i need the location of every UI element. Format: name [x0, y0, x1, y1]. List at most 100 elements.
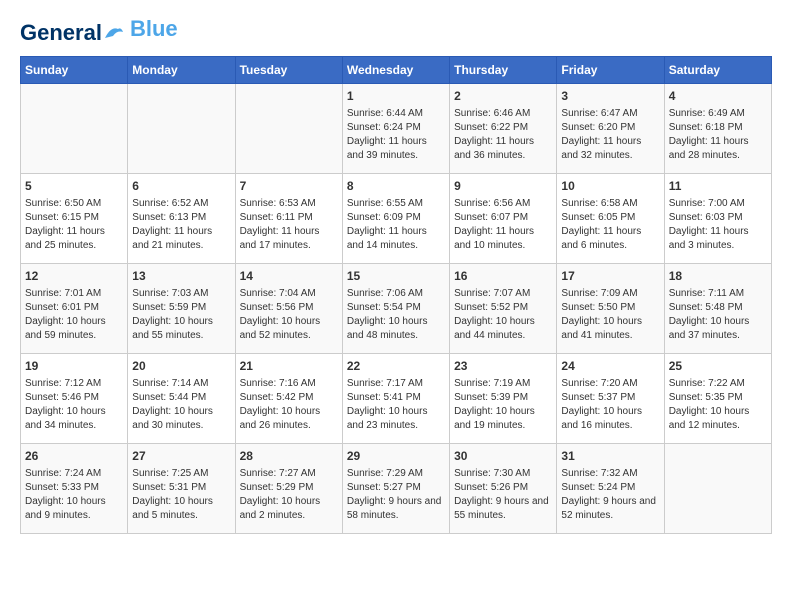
- day-info: Sunrise: 6:46 AM Sunset: 6:22 PM Dayligh…: [454, 107, 552, 163]
- calendar-cell: 3 Sunrise: 6:47 AM Sunset: 6:20 PM Daylig…: [557, 84, 664, 174]
- calendar-week-4: 19 Sunrise: 7:12 AM Sunset: 5:46 PM Dayli…: [21, 354, 772, 444]
- day-info: Sunrise: 6:50 AM Sunset: 6:15 PM Dayligh…: [25, 197, 123, 253]
- calendar-cell: 31 Sunrise: 7:32 AM Sunset: 5:24 PM Dayli…: [557, 444, 664, 534]
- day-info: Sunrise: 7:04 AM Sunset: 5:56 PM Dayligh…: [240, 287, 338, 343]
- day-number: 23: [454, 358, 552, 375]
- day-number: 16: [454, 268, 552, 285]
- calendar-cell: 26Sunrise: 7:24 AM Sunset: 5:33 PM Dayli…: [21, 444, 128, 534]
- calendar-week-3: 12 Sunrise: 7:01 AM Sunset: 6:01 PM Dayli…: [21, 264, 772, 354]
- header-thursday: Thursday: [450, 57, 557, 84]
- day-number: 28: [240, 448, 338, 465]
- calendar-cell: [235, 84, 342, 174]
- day-number: 12: [25, 268, 123, 285]
- calendar-cell: 12 Sunrise: 7:01 AM Sunset: 6:01 PM Dayli…: [21, 264, 128, 354]
- day-number: 19: [25, 358, 123, 375]
- day-number: 30: [454, 448, 552, 465]
- day-number: 3: [561, 88, 659, 105]
- day-info: Sunrise: 7:12 AM Sunset: 5:46 PM Dayligh…: [25, 377, 123, 433]
- calendar-cell: [128, 84, 235, 174]
- calendar-cell: 28 Sunrise: 7:27 AM Sunset: 5:29 PM Dayli…: [235, 444, 342, 534]
- day-info: Sunrise: 7:16 AM Sunset: 5:42 PM Dayligh…: [240, 377, 338, 433]
- header-sunday: Sunday: [21, 57, 128, 84]
- day-number: 24: [561, 358, 659, 375]
- calendar-cell: 10 Sunrise: 6:58 AM Sunset: 6:05 PM Dayli…: [557, 174, 664, 264]
- header-tuesday: Tuesday: [235, 57, 342, 84]
- logo-general-text: General: [20, 20, 102, 46]
- page-header: General Blue: [20, 20, 772, 46]
- day-info: Sunrise: 6:47 AM Sunset: 6:20 PM Dayligh…: [561, 107, 659, 163]
- calendar-cell: 18 Sunrise: 7:11 AM Sunset: 5:48 PM Dayli…: [664, 264, 771, 354]
- day-number: 29: [347, 448, 445, 465]
- logo-blue-text: Blue: [130, 16, 178, 42]
- header-monday: Monday: [128, 57, 235, 84]
- calendar-cell: 11 Sunrise: 7:00 AM Sunset: 6:03 PM Dayli…: [664, 174, 771, 264]
- calendar-cell: 16 Sunrise: 7:07 AM Sunset: 5:52 PM Dayli…: [450, 264, 557, 354]
- calendar-cell: [21, 84, 128, 174]
- calendar-cell: 21 Sunrise: 7:16 AM Sunset: 5:42 PM Dayli…: [235, 354, 342, 444]
- day-info: Sunrise: 7:27 AM Sunset: 5:29 PM Dayligh…: [240, 467, 338, 523]
- calendar-cell: 27Sunrise: 7:25 AM Sunset: 5:31 PM Dayli…: [128, 444, 235, 534]
- calendar-cell: 14 Sunrise: 7:04 AM Sunset: 5:56 PM Dayli…: [235, 264, 342, 354]
- day-number: 1: [347, 88, 445, 105]
- calendar-week-1: 1 Sunrise: 6:44 AM Sunset: 6:24 PM Daylig…: [21, 84, 772, 174]
- day-info: Sunrise: 7:09 AM Sunset: 5:50 PM Dayligh…: [561, 287, 659, 343]
- day-number: 21: [240, 358, 338, 375]
- header-saturday: Saturday: [664, 57, 771, 84]
- day-info: Sunrise: 7:03 AM Sunset: 5:59 PM Dayligh…: [132, 287, 230, 343]
- day-number: 14: [240, 268, 338, 285]
- calendar-cell: 23 Sunrise: 7:19 AM Sunset: 5:39 PM Dayli…: [450, 354, 557, 444]
- day-number: 22: [347, 358, 445, 375]
- calendar-cell: 13Sunrise: 7:03 AM Sunset: 5:59 PM Dayli…: [128, 264, 235, 354]
- day-number: 9: [454, 178, 552, 195]
- logo-display: General: [20, 20, 126, 46]
- calendar-cell: 24 Sunrise: 7:20 AM Sunset: 5:37 PM Dayli…: [557, 354, 664, 444]
- calendar-cell: 17Sunrise: 7:09 AM Sunset: 5:50 PM Dayli…: [557, 264, 664, 354]
- calendar-week-2: 5 Sunrise: 6:50 AM Sunset: 6:15 PM Daylig…: [21, 174, 772, 264]
- day-info: Sunrise: 6:52 AM Sunset: 6:13 PM Dayligh…: [132, 197, 230, 253]
- day-info: Sunrise: 6:49 AM Sunset: 6:18 PM Dayligh…: [669, 107, 767, 163]
- calendar-cell: 30 Sunrise: 7:30 AM Sunset: 5:26 PM Dayli…: [450, 444, 557, 534]
- day-info: Sunrise: 7:22 AM Sunset: 5:35 PM Dayligh…: [669, 377, 767, 433]
- calendar-cell: 8Sunrise: 6:55 AM Sunset: 6:09 PM Daylig…: [342, 174, 449, 264]
- day-info: Sunrise: 7:30 AM Sunset: 5:26 PM Dayligh…: [454, 467, 552, 523]
- day-info: Sunrise: 7:20 AM Sunset: 5:37 PM Dayligh…: [561, 377, 659, 433]
- day-number: 31: [561, 448, 659, 465]
- day-info: Sunrise: 7:07 AM Sunset: 5:52 PM Dayligh…: [454, 287, 552, 343]
- calendar-cell: 4Sunrise: 6:49 AM Sunset: 6:18 PM Daylig…: [664, 84, 771, 174]
- day-number: 11: [669, 178, 767, 195]
- day-info: Sunrise: 6:53 AM Sunset: 6:11 PM Dayligh…: [240, 197, 338, 253]
- calendar-cell: 15Sunrise: 7:06 AM Sunset: 5:54 PM Dayli…: [342, 264, 449, 354]
- header-wednesday: Wednesday: [342, 57, 449, 84]
- calendar-header-row: SundayMondayTuesdayWednesdayThursdayFrid…: [21, 57, 772, 84]
- day-number: 5: [25, 178, 123, 195]
- day-number: 18: [669, 268, 767, 285]
- calendar-cell: 29 Sunrise: 7:29 AM Sunset: 5:27 PM Dayli…: [342, 444, 449, 534]
- day-number: 2: [454, 88, 552, 105]
- day-info: Sunrise: 7:19 AM Sunset: 5:39 PM Dayligh…: [454, 377, 552, 433]
- calendar-cell: 25Sunrise: 7:22 AM Sunset: 5:35 PM Dayli…: [664, 354, 771, 444]
- calendar-cell: 5 Sunrise: 6:50 AM Sunset: 6:15 PM Daylig…: [21, 174, 128, 264]
- day-info: Sunrise: 7:17 AM Sunset: 5:41 PM Dayligh…: [347, 377, 445, 433]
- calendar-cell: 19 Sunrise: 7:12 AM Sunset: 5:46 PM Dayli…: [21, 354, 128, 444]
- day-number: 8: [347, 178, 445, 195]
- day-number: 10: [561, 178, 659, 195]
- day-info: Sunrise: 7:11 AM Sunset: 5:48 PM Dayligh…: [669, 287, 767, 343]
- calendar-cell: 22 Sunrise: 7:17 AM Sunset: 5:41 PM Dayli…: [342, 354, 449, 444]
- day-number: 20: [132, 358, 230, 375]
- calendar-cell: 20Sunrise: 7:14 AM Sunset: 5:44 PM Dayli…: [128, 354, 235, 444]
- day-number: 7: [240, 178, 338, 195]
- day-info: Sunrise: 7:32 AM Sunset: 5:24 PM Dayligh…: [561, 467, 659, 523]
- day-info: Sunrise: 7:29 AM Sunset: 5:27 PM Dayligh…: [347, 467, 445, 523]
- day-info: Sunrise: 6:44 AM Sunset: 6:24 PM Dayligh…: [347, 107, 445, 163]
- calendar-cell: 2 Sunrise: 6:46 AM Sunset: 6:22 PM Daylig…: [450, 84, 557, 174]
- day-info: Sunrise: 6:58 AM Sunset: 6:05 PM Dayligh…: [561, 197, 659, 253]
- logo-bird-icon: [103, 24, 125, 42]
- day-info: Sunrise: 7:01 AM Sunset: 6:01 PM Dayligh…: [25, 287, 123, 343]
- calendar-cell: [664, 444, 771, 534]
- day-number: 15: [347, 268, 445, 285]
- day-number: 26: [25, 448, 123, 465]
- logo: General Blue: [20, 20, 178, 46]
- day-info: Sunrise: 7:00 AM Sunset: 6:03 PM Dayligh…: [669, 197, 767, 253]
- calendar-week-5: 26Sunrise: 7:24 AM Sunset: 5:33 PM Dayli…: [21, 444, 772, 534]
- day-number: 6: [132, 178, 230, 195]
